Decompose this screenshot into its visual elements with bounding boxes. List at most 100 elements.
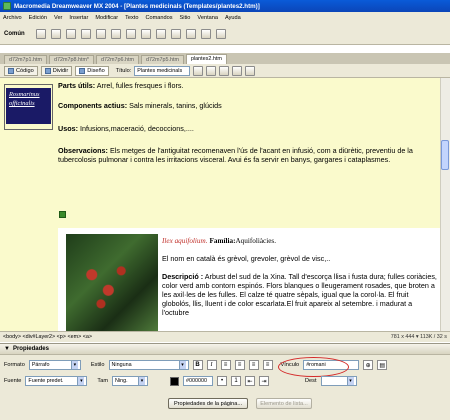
scrollbar-thumb[interactable] xyxy=(441,140,449,170)
size-select[interactable]: Ning. ▾ xyxy=(112,376,148,386)
head-icon[interactable] xyxy=(170,28,181,39)
code-view-button[interactable]: Código xyxy=(4,65,38,76)
tab-d72m7p1[interactable]: d72m7p1.htm xyxy=(4,55,47,64)
italic-button[interactable]: I xyxy=(206,360,217,370)
menu-sitio[interactable]: Sitio xyxy=(180,15,191,21)
format-value: Párrafo xyxy=(31,362,50,368)
tag-selector[interactable]: <body> <div#Layer2> <p> <em> <a> xyxy=(3,334,92,340)
font-label: Fuente xyxy=(4,378,22,384)
align-justify-icon[interactable]: ≡ xyxy=(262,360,273,370)
plant2-header[interactable]: Ilex aquifolium. Família:Aquifoliàcies. xyxy=(162,236,438,246)
media-icon[interactable] xyxy=(125,28,136,39)
ordered-list-icon[interactable]: 1 xyxy=(231,376,241,386)
named-anchor-icon[interactable] xyxy=(65,28,76,39)
properties-row-2: Fuente Fuente predet. ▾ Tam Ning. ▾ #00000… xyxy=(4,375,357,387)
date-icon[interactable] xyxy=(140,28,151,39)
chevron-down-icon: ▾ xyxy=(77,377,85,385)
browse-folder-icon[interactable]: ▤ xyxy=(377,360,388,370)
observ-paragraph[interactable]: Observacions: Els metges de l'antiguitat… xyxy=(58,146,438,164)
code-icon xyxy=(8,67,14,74)
refresh-icon[interactable] xyxy=(219,65,230,76)
align-center-icon[interactable]: ≡ xyxy=(234,360,245,370)
hyperlink-icon[interactable] xyxy=(35,28,46,39)
parts-paragraph[interactable]: Parts útils: Arrel, fulles fresques i fl… xyxy=(58,81,438,90)
format-select[interactable]: Párrafo ▾ xyxy=(28,360,81,370)
style-select[interactable]: Ninguna ▾ xyxy=(108,360,189,370)
observ-value: Els metges de l'antiguitat recomenaven l… xyxy=(58,146,413,164)
page-properties-button[interactable]: Propiedades de la página... xyxy=(168,398,248,409)
plant2-family-value: Aquifoliàcies. xyxy=(235,237,276,245)
script-icon[interactable] xyxy=(185,28,196,39)
point-to-file-icon[interactable]: ⊕ xyxy=(363,360,374,370)
tab-d72m7p8[interactable]: d72m7p8.htm* xyxy=(48,55,95,64)
color-input[interactable]: #000000 xyxy=(183,376,213,386)
plant2-desc[interactable]: Descripció : Arbust del sud de la Xina. … xyxy=(162,272,438,317)
email-link-icon[interactable] xyxy=(50,28,61,39)
tab-d72m7p6[interactable]: d72m7p6.htm xyxy=(96,55,139,64)
align-right-icon[interactable]: ≡ xyxy=(248,360,259,370)
usos-paragraph[interactable]: Usos: Infusions,maceració, decoccions,..… xyxy=(58,124,438,133)
menu-edicion[interactable]: Edición xyxy=(29,15,47,21)
menu-comandos[interactable]: Comandos xyxy=(145,15,172,21)
dreamweaver-app-icon xyxy=(3,2,11,10)
components-paragraph[interactable]: Components actius: Sals minerals, tanins… xyxy=(58,101,438,110)
tab-d72m7p5[interactable]: d72m7p5.htm xyxy=(141,55,184,64)
vertical-scrollbar[interactable] xyxy=(440,78,450,331)
insert-category-dropdown[interactable]: Común xyxy=(4,31,25,37)
tag-chooser-icon[interactable] xyxy=(215,28,226,39)
file-management-icon[interactable] xyxy=(193,65,204,76)
indent-icon[interactable]: ⇥ xyxy=(259,376,269,386)
window-titlebar: Macromedia Dreamweaver MX 2004 - [Plante… xyxy=(0,0,450,12)
preview-browser-icon[interactable] xyxy=(206,65,217,76)
size-value: Ning. xyxy=(115,378,128,384)
holly-plant-image[interactable] xyxy=(66,234,158,331)
split-view-label: Dividir xyxy=(52,67,69,74)
unordered-list-icon[interactable]: • xyxy=(217,376,227,386)
template-icon[interactable] xyxy=(200,28,211,39)
chevron-down-icon: ▾ xyxy=(70,361,78,369)
image-icon[interactable] xyxy=(110,28,121,39)
menu-ayuda[interactable]: Ayuda xyxy=(225,15,241,21)
window-size-info[interactable]: 781 x 444 ▾ 113K / 32 s xyxy=(391,334,450,340)
collapse-arrow-icon[interactable]: ▼ xyxy=(4,346,10,352)
insert-bar: Común xyxy=(0,23,450,45)
list-item-button: Elemento de lista... xyxy=(256,398,312,409)
menu-bar: Archivo Edición Ver Insertar Modificar T… xyxy=(0,12,450,23)
font-select[interactable]: Fuente predet. ▾ xyxy=(25,376,88,386)
target-label: Dest xyxy=(305,378,317,384)
design-icon xyxy=(79,67,86,74)
target-select[interactable]: ▾ xyxy=(320,376,357,386)
chevron-down-icon: ▾ xyxy=(346,377,354,385)
components-label: Components actius: xyxy=(58,101,128,110)
layer-icon[interactable] xyxy=(95,28,106,39)
visual-aids-icon[interactable] xyxy=(245,65,256,76)
size-label: Tam xyxy=(97,378,108,384)
menu-texto[interactable]: Texto xyxy=(125,15,138,21)
plant2-names[interactable]: El nom en català és grèvol, grevoler, gr… xyxy=(162,254,438,263)
tab-plantes2[interactable]: plantes2.htm xyxy=(185,54,227,64)
comment-icon[interactable] xyxy=(155,28,166,39)
menu-ver[interactable]: Ver xyxy=(54,15,62,21)
menu-archivo[interactable]: Archivo xyxy=(3,15,22,21)
design-view-button[interactable]: Diseño xyxy=(75,65,109,76)
properties-title: Propiedades xyxy=(12,346,49,352)
title-input[interactable]: Plantes medicinals xyxy=(134,65,191,76)
menu-modificar[interactable]: Modificar xyxy=(95,15,118,21)
align-left-icon[interactable]: ≡ xyxy=(220,360,231,370)
parts-label: Parts útils: xyxy=(58,81,96,90)
usos-value: Infusions,maceració, decoccions,.... xyxy=(79,124,194,133)
latin-name-link[interactable]: Rosmarinus officinalis xyxy=(6,88,51,124)
view-options-icon[interactable] xyxy=(232,65,243,76)
outdent-icon[interactable]: ⇤ xyxy=(245,376,255,386)
bold-button[interactable]: B xyxy=(192,360,203,370)
code-view-label: Código xyxy=(16,67,34,74)
plant2-desc-value: Arbust del sud de la Xina. Tall d'escorç… xyxy=(162,272,437,317)
menu-insertar[interactable]: Insertar xyxy=(69,15,88,21)
text-color-swatch[interactable] xyxy=(170,376,179,386)
menu-ventana[interactable]: Ventana xyxy=(197,15,218,21)
title-label: Título: xyxy=(115,67,132,74)
properties-header[interactable]: ▼ Propiedades xyxy=(0,344,450,355)
split-view-button[interactable]: Dividir xyxy=(40,65,73,76)
parts-value: Arrel, fulles fresques i flors. xyxy=(96,81,184,90)
table-icon[interactable] xyxy=(80,28,91,39)
